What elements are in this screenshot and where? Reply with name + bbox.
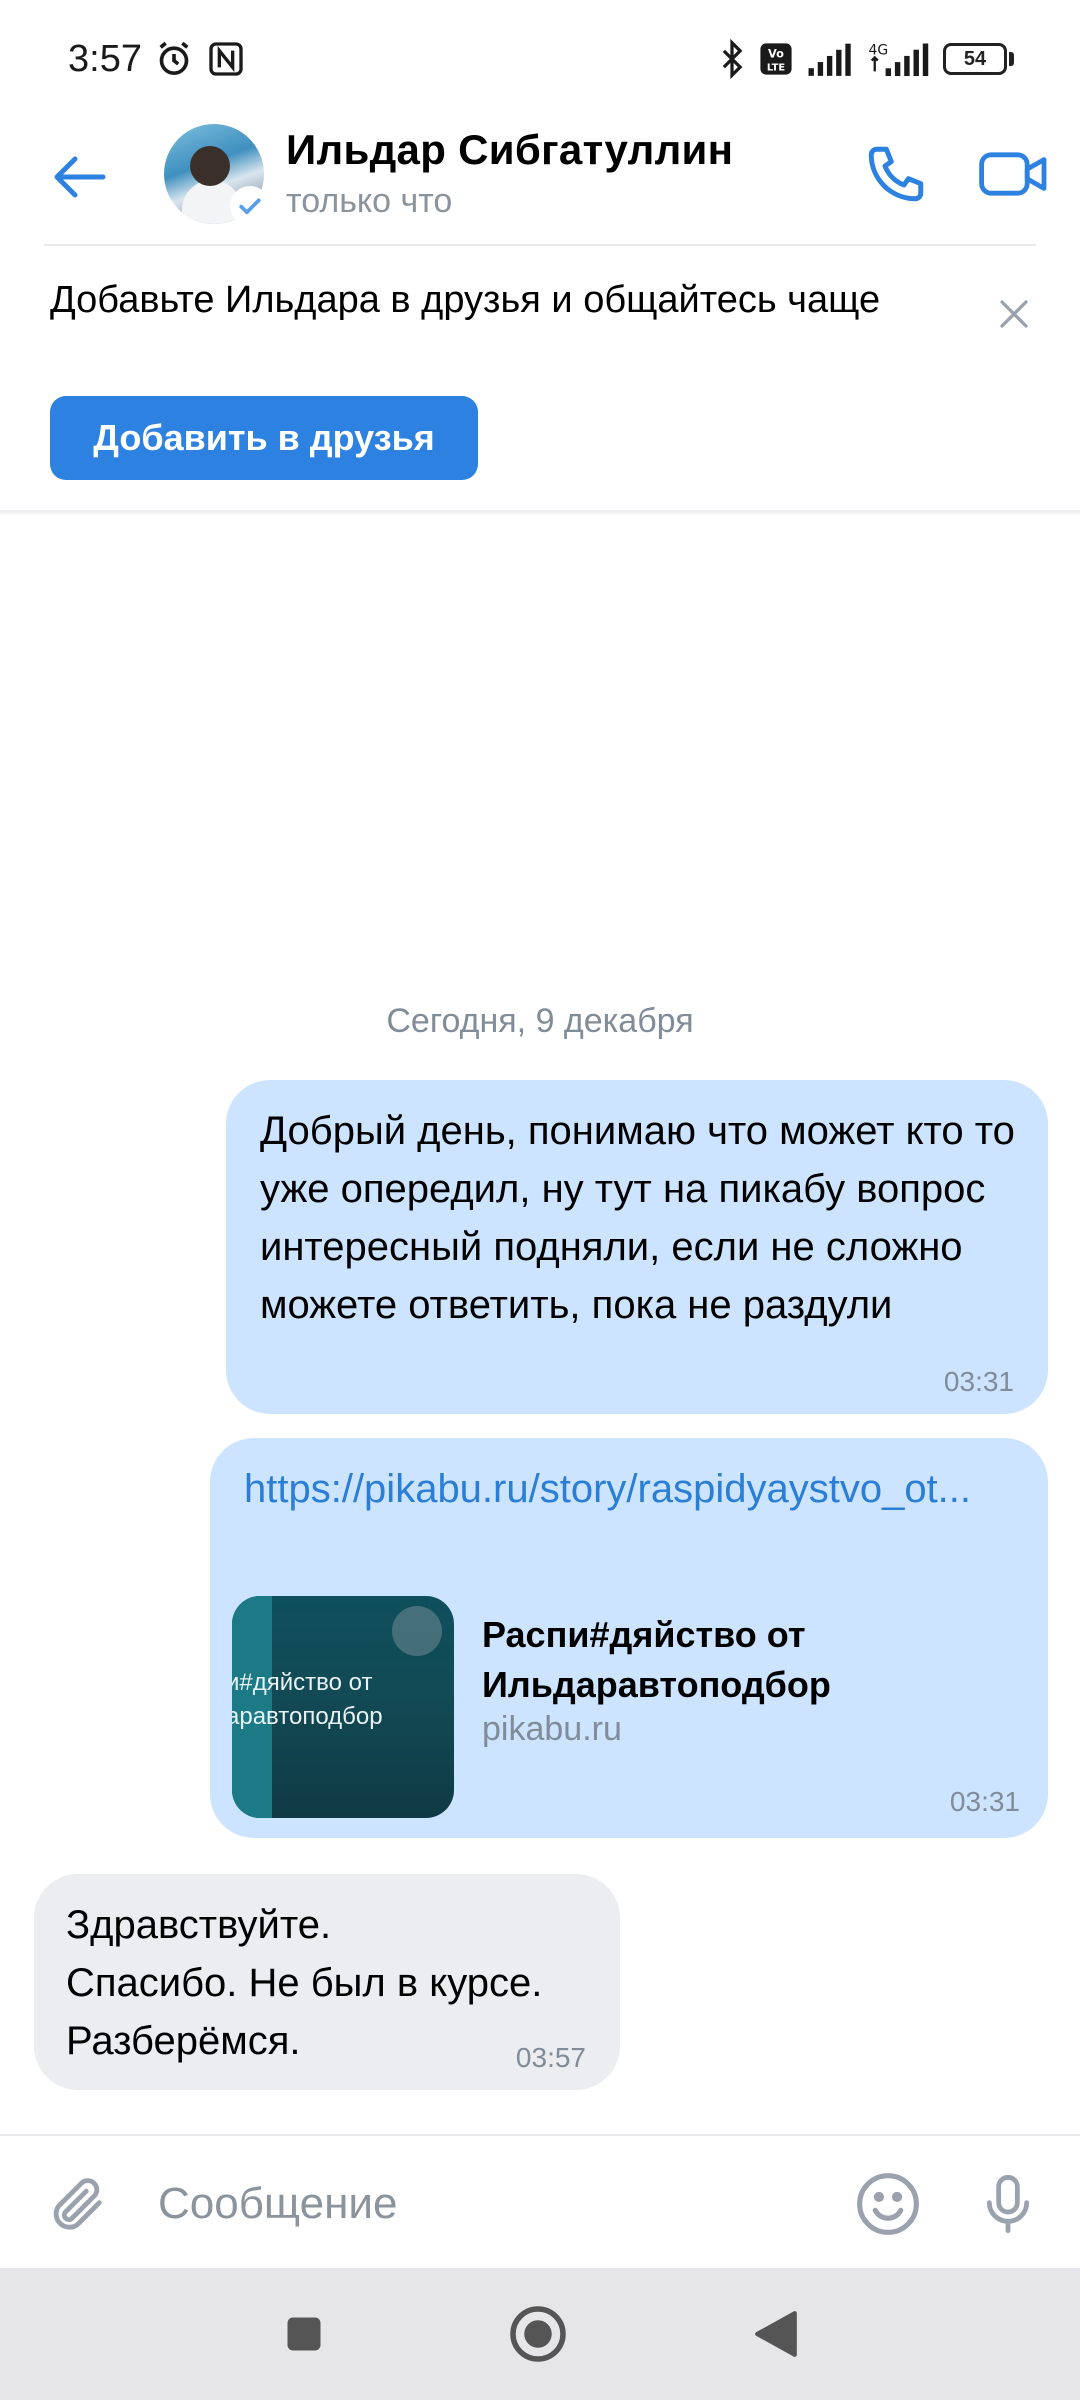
add-friend-button[interactable]: Добавить в друзья [50,396,478,480]
message-link[interactable]: https://pikabu.ru/story/raspidyaystvo_ot… [244,1460,1004,1518]
close-icon [1000,300,1028,328]
microphone-icon [986,2174,1030,2234]
message-text: Добрый день, понимаю что может кто то уж… [260,1109,1015,1327]
volte-icon: Vo LTE [760,43,792,75]
verified-badge [230,186,270,226]
contact-avatar[interactable] [164,124,270,226]
home-button[interactable] [502,2298,574,2370]
banner-close-button[interactable] [986,286,1042,342]
link-preview-image-text: и#дяйство от аравтоподбор [232,1669,383,1730]
phone-icon [868,146,924,202]
message-time: 03:57 [515,2042,586,2073]
nfc-icon [209,42,243,76]
bluetooth-icon [722,39,743,79]
message-bubble-incoming[interactable]: Здравствуйте. Спасибо. Не был в курсе. Р… [34,1874,620,2090]
signal-icon [808,43,851,76]
banner-text: Добавьте Ильдара в друзья и общайтесь ча… [50,279,881,321]
triangle-back-icon [755,2311,797,2357]
message-composer: Сообщение [0,2136,1080,2268]
home-circle-icon [510,2306,566,2362]
emoji-button[interactable] [850,2166,926,2242]
attach-button[interactable] [40,2166,116,2242]
recents-button[interactable] [268,2298,340,2370]
status-time: 3:57 [68,37,142,80]
paperclip-icon [53,2178,102,2230]
link-preview-image[interactable]: и#дяйство от аравтоподбор [232,1596,454,1818]
chat-header: Ильдар Сибгатуллин только что [0,118,1080,246]
link-preview-domain: pikabu.ru [482,1710,622,1748]
status-bar: 3:57 Vo LTE 4G 54 [0,0,1080,118]
system-navigation-bar [0,2268,1080,2400]
date-separator: Сегодня, 9 декабря [386,1002,694,1040]
link-preview-title[interactable]: Распи#дяйство от Ильдаравтоподбор [482,1610,1002,1710]
back-system-button[interactable] [740,2298,812,2370]
back-button[interactable] [44,142,114,212]
message-time: 03:31 [949,1786,1020,1817]
contact-status: только что [286,182,453,220]
video-camera-icon [979,152,1047,196]
status-right: Vo LTE 4G 54 [719,39,1014,79]
svg-text:LTE: LTE [767,62,785,73]
alarm-icon [159,41,189,75]
voice-message-button[interactable] [970,2166,1046,2242]
add-friend-banner: Добавьте Ильдара в друзья и общайтесь ча… [0,246,1080,514]
video-call-button[interactable] [974,134,1054,214]
signal-4g-icon: 4G [869,42,929,77]
check-icon [239,198,261,215]
battery-icon: 54 [943,43,1014,75]
arrow-left-icon [54,156,106,198]
message-bubble-outgoing[interactable]: Добрый день, понимаю что может кто то уж… [226,1080,1048,1414]
network-label: 4G [869,42,889,58]
call-button[interactable] [856,134,936,214]
message-input[interactable]: Сообщение [158,2166,798,2242]
message-time: 03:31 [943,1366,1014,1397]
message-bubble-outgoing-link[interactable]: https://pikabu.ru/story/raspidyaystvo_ot… [210,1438,1048,1838]
smile-icon [857,2173,919,2235]
square-icon [287,2317,321,2351]
status-left: 3:57 [68,38,246,81]
svg-text:Vo: Vo [768,47,784,61]
contact-name[interactable]: Ильдар Сибгатуллин [286,126,733,174]
banner-shadow [0,510,1080,516]
battery-level: 54 [943,43,1007,75]
